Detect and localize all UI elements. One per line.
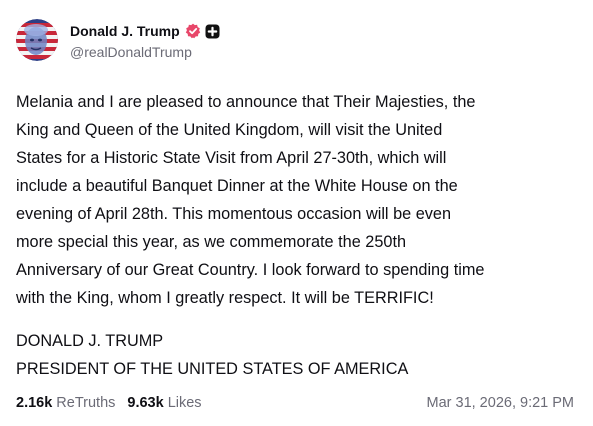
post-signature: DONALD J. TRUMP PRESIDENT OF THE UNITED … <box>16 332 409 378</box>
author-display-name[interactable]: Donald J. Trump <box>70 23 180 39</box>
author-name-row: Donald J. Trump <box>70 20 220 42</box>
author-handle[interactable]: @realDonaldTrump <box>70 44 192 60</box>
retruths-stat[interactable]: 2.16k ReTruths <box>16 395 115 411</box>
retruths-count: 2.16k <box>16 395 53 411</box>
retruths-label: ReTruths <box>56 395 116 411</box>
likes-count: 9.63k <box>127 395 164 411</box>
likes-stat[interactable]: 9.63k Likes <box>127 395 201 411</box>
post-timestamp[interactable]: Mar 31, 2026, 9:21 PM <box>427 395 575 411</box>
post-body-text: Melania and I are pleased to announce th… <box>16 93 485 307</box>
truth-post: Donald J. Trump @realDonaldTrump Melania… <box>0 0 593 426</box>
verified-badge-icon <box>185 23 201 39</box>
post-stats: 2.16k ReTruths 9.63k Likes <box>16 395 214 411</box>
avatar[interactable] <box>16 19 58 61</box>
avatar-image <box>16 19 58 61</box>
likes-label: Likes <box>167 395 202 411</box>
plus-badge-icon <box>205 24 220 39</box>
